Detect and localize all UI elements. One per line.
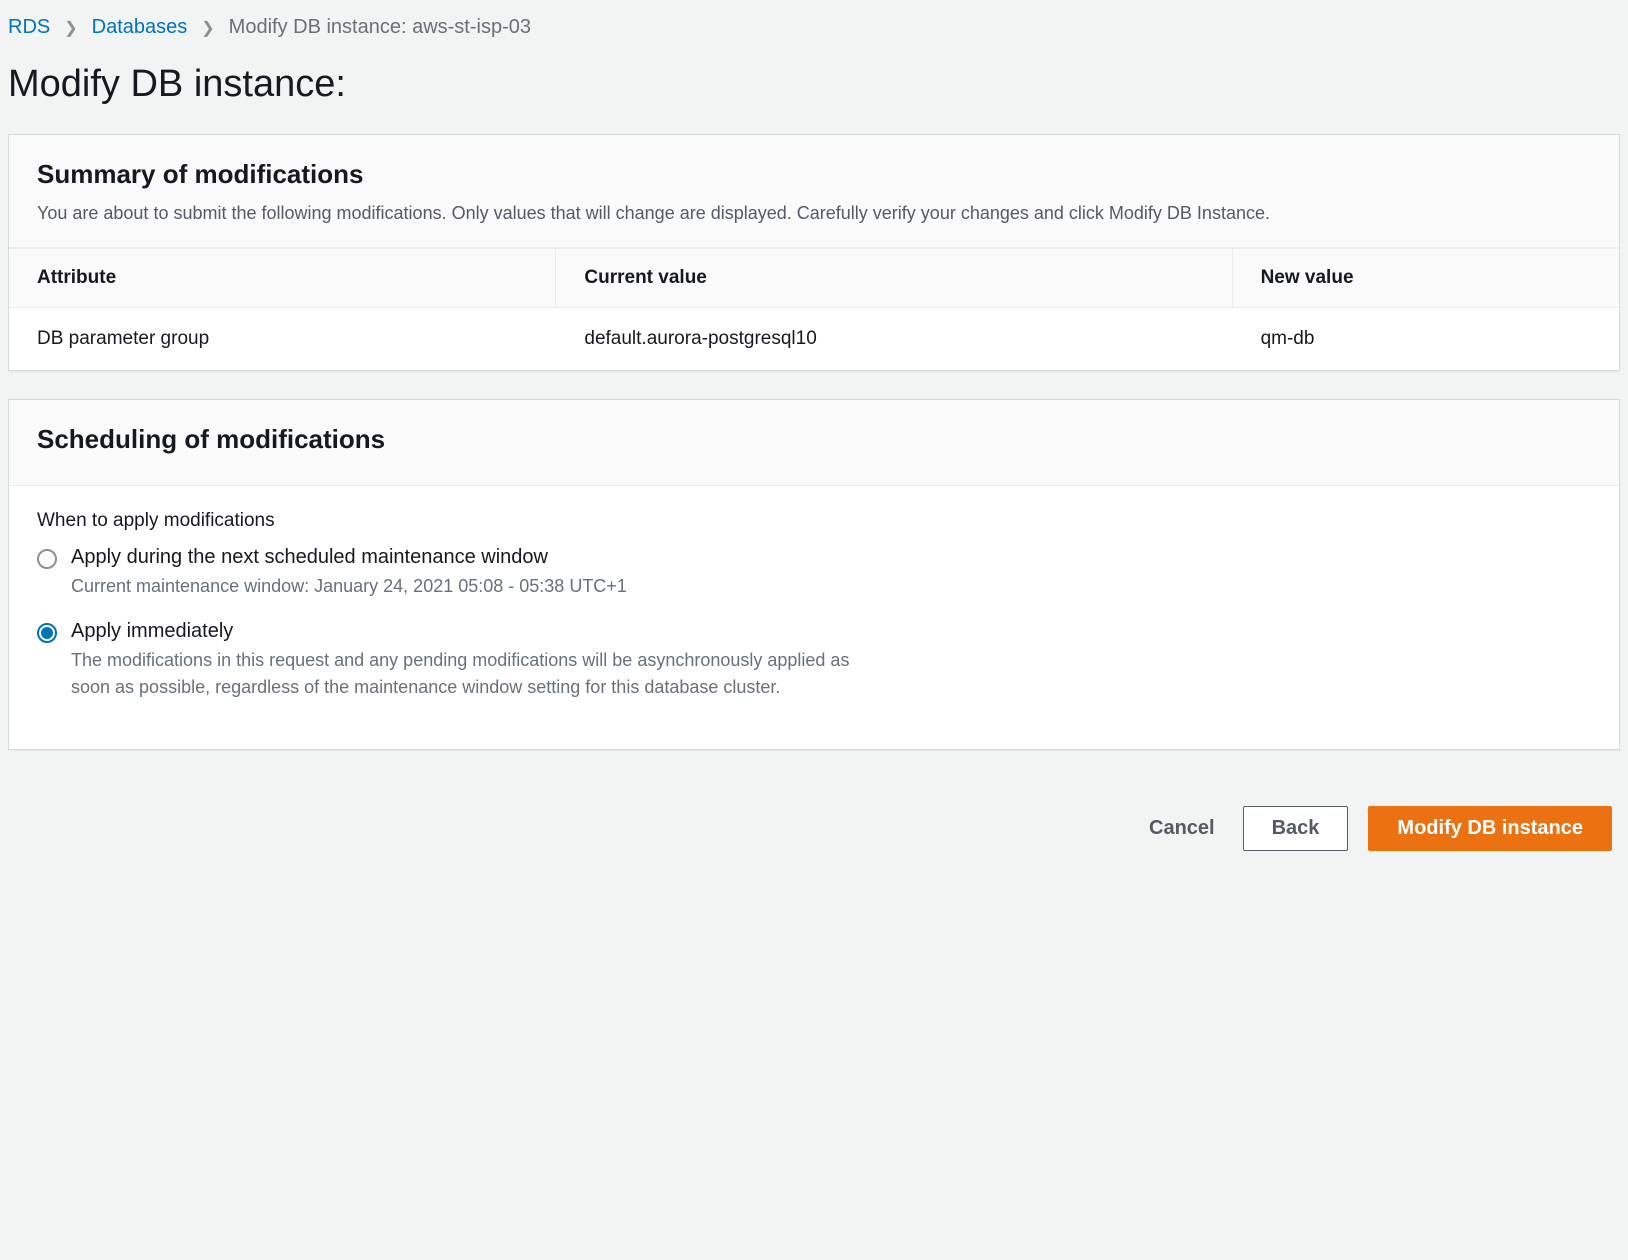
breadcrumb-current: Modify DB instance: aws-st-isp-03 bbox=[229, 16, 531, 39]
breadcrumb-link-rds[interactable]: RDS bbox=[8, 16, 50, 39]
radio-option-immediately[interactable]: Apply immediately The modifications in t… bbox=[37, 620, 1591, 701]
modify-db-instance-button[interactable]: Modify DB instance bbox=[1368, 806, 1612, 851]
chevron-right-icon: ❯ bbox=[201, 18, 214, 38]
back-button[interactable]: Back bbox=[1243, 806, 1349, 851]
chevron-right-icon: ❯ bbox=[64, 18, 77, 38]
summary-table-header: Attribute Current value New value bbox=[9, 248, 1619, 308]
summary-description: You are about to submit the following mo… bbox=[37, 200, 1591, 227]
col-header-attribute: Attribute bbox=[9, 249, 556, 307]
radio-label: Apply immediately bbox=[71, 620, 891, 643]
radio-icon bbox=[37, 623, 57, 643]
cell-new: qm-db bbox=[1233, 308, 1619, 370]
radio-icon bbox=[37, 549, 57, 569]
breadcrumb-link-databases[interactable]: Databases bbox=[92, 16, 188, 39]
radio-description: The modifications in this request and an… bbox=[71, 647, 891, 701]
scheduling-header: Scheduling of modifications bbox=[9, 400, 1619, 486]
scheduling-heading: Scheduling of modifications bbox=[37, 424, 1591, 455]
cell-current: default.aurora-postgresql10 bbox=[556, 308, 1232, 370]
col-header-new: New value bbox=[1233, 249, 1619, 307]
radio-option-scheduled[interactable]: Apply during the next scheduled maintena… bbox=[37, 546, 1591, 600]
summary-panel: Summary of modifications You are about t… bbox=[8, 134, 1620, 371]
cell-attribute: DB parameter group bbox=[9, 308, 556, 370]
summary-heading: Summary of modifications bbox=[37, 159, 1591, 190]
scheduling-body: When to apply modifications Apply during… bbox=[9, 486, 1619, 749]
when-to-apply-label: When to apply modifications bbox=[37, 510, 1591, 532]
cancel-button[interactable]: Cancel bbox=[1141, 807, 1223, 850]
scheduling-panel: Scheduling of modifications When to appl… bbox=[8, 399, 1620, 750]
page-title: Modify DB instance: bbox=[8, 49, 1620, 134]
radio-description: Current maintenance window: January 24, … bbox=[71, 573, 627, 600]
radio-label: Apply during the next scheduled maintena… bbox=[71, 546, 627, 569]
radio-content: Apply during the next scheduled maintena… bbox=[71, 546, 627, 600]
footer-actions: Cancel Back Modify DB instance bbox=[8, 778, 1620, 861]
col-header-current: Current value bbox=[556, 249, 1232, 307]
radio-content: Apply immediately The modifications in t… bbox=[71, 620, 891, 701]
table-row: DB parameter group default.aurora-postgr… bbox=[9, 308, 1619, 370]
breadcrumb: RDS ❯ Databases ❯ Modify DB instance: aw… bbox=[8, 10, 1620, 49]
summary-header: Summary of modifications You are about t… bbox=[9, 135, 1619, 248]
